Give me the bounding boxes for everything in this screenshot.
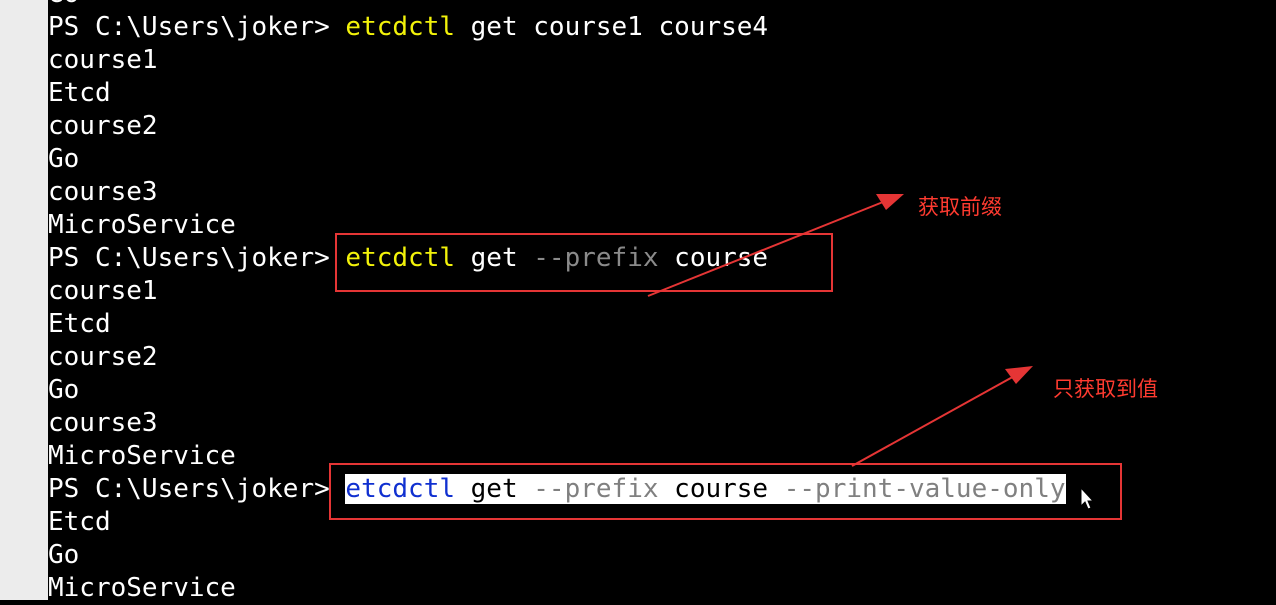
output-line: Etcd <box>48 78 111 108</box>
command-name: etcdctl <box>345 12 455 42</box>
output-line: course2 <box>48 111 158 141</box>
output-line: course2 <box>48 342 158 372</box>
output-line: Go <box>48 144 80 174</box>
prompt: PS C:\Users\joker> <box>48 243 346 273</box>
highlight-box-prefix <box>335 233 833 292</box>
annotation-value-only: 只获取到值 <box>1053 377 1158 401</box>
output-line: Etcd <box>48 309 111 339</box>
output-line: MicroService <box>48 573 236 603</box>
output-line: Go <box>48 540 80 570</box>
output-line: course3 <box>48 408 158 438</box>
prompt-line-1: PS C:\Users\joker> etcdctl get course1 c… <box>48 11 1276 44</box>
output-line: course1 <box>48 45 158 75</box>
command-args: get course1 course4 <box>455 12 769 42</box>
annotation-prefix: 获取前缀 <box>918 195 1002 219</box>
terminal-line: Go <box>48 0 1276 11</box>
output-line: course3 <box>48 177 158 207</box>
highlight-box-value-only <box>329 463 1122 520</box>
prompt: PS C:\Users\joker> <box>48 12 346 42</box>
mouse-cursor-icon <box>1080 487 1094 510</box>
prompt: PS C:\Users\joker> <box>48 474 346 504</box>
left-window-edge <box>0 0 48 600</box>
